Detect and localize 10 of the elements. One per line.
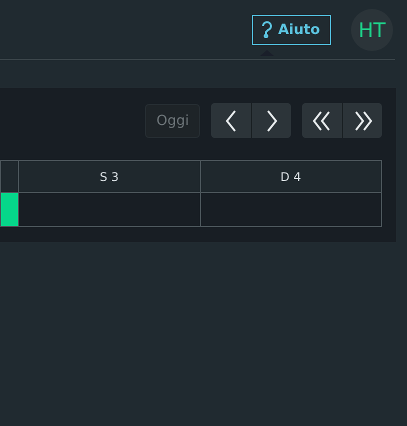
chevron-right-icon [266, 110, 278, 132]
user-avatar[interactable]: HT [351, 8, 393, 50]
question-icon [261, 21, 274, 38]
fast-forward-button[interactable] [342, 103, 382, 138]
column-header: D 4 [200, 160, 382, 192]
double-chevron-right-icon [352, 110, 372, 130]
next-button[interactable] [251, 103, 291, 138]
double-chevron-left-icon [312, 110, 332, 130]
chevron-left-icon [225, 110, 237, 132]
column-header: S 3 [18, 160, 200, 192]
